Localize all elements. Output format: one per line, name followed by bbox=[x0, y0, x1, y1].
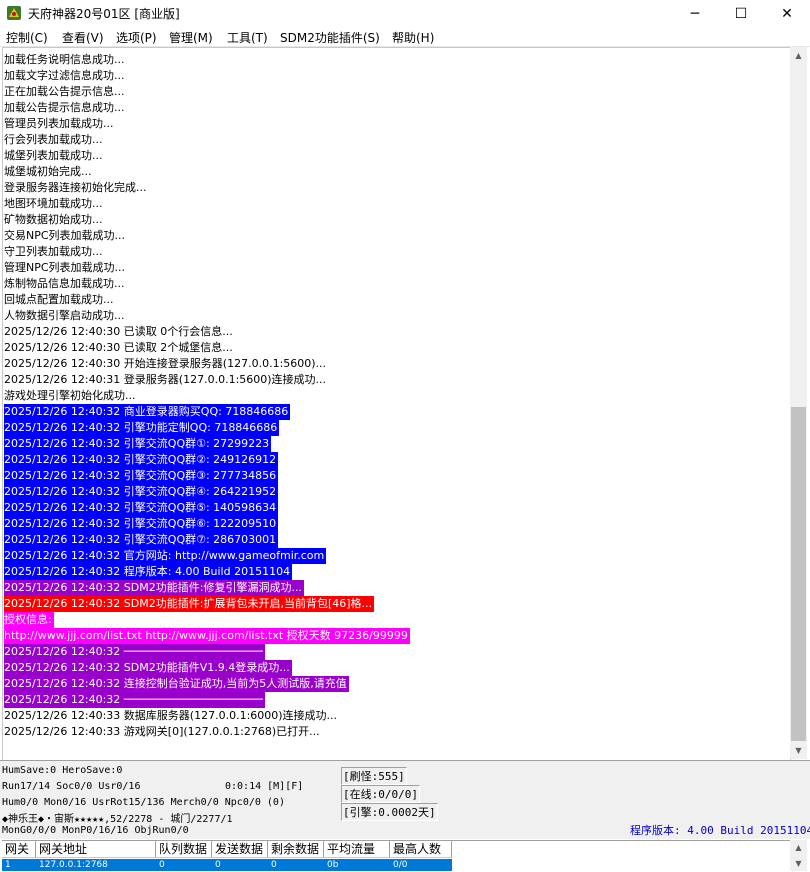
log-line: 2025/12/26 12:40:30 开始连接登录服务器(127.0.0.1:… bbox=[4, 357, 327, 370]
log-line: 2025/12/26 12:40:32 引擎交流QQ群③: 277734856 bbox=[4, 468, 279, 484]
monster-refresh-box: [刷怪:555] bbox=[341, 767, 407, 785]
app-icon bbox=[7, 6, 21, 20]
table-scroll-up-icon[interactable]: ▲ bbox=[790, 840, 807, 854]
log-line: 加载公告提示信息成功... bbox=[4, 101, 125, 114]
menu-tools[interactable]: 工具(T) bbox=[227, 29, 268, 46]
cell-gate-address: 127.0.0.1:2768 bbox=[39, 860, 108, 870]
window-title: 天府神器20号01区 [商业版] bbox=[28, 7, 180, 21]
log-line: 管理员列表加载成功... bbox=[4, 117, 114, 130]
menu-sdm2-plugin[interactable]: SDM2功能插件(S) bbox=[280, 29, 380, 46]
maximize-button[interactable]: ☐ bbox=[718, 0, 764, 27]
status-object-counts: Hum0/0 Mon0/16 UsrRot15/136 Merch0/0 Npc… bbox=[2, 797, 285, 808]
menu-control[interactable]: 控制(C) bbox=[6, 29, 48, 46]
scroll-thumb[interactable] bbox=[791, 407, 806, 741]
log-line: 2025/12/26 12:40:30 已读取 0个行会信息... bbox=[4, 325, 233, 338]
cell-gate: 1 bbox=[5, 860, 11, 870]
log-line: 2025/12/26 12:40:32 SDM2功能插件V1.9.4登录成功..… bbox=[4, 660, 292, 676]
col-gate-address[interactable]: 网关地址 bbox=[36, 841, 156, 858]
status-timer: 0:0:14 [M][F] bbox=[225, 781, 304, 792]
log-line: 2025/12/26 12:40:32 引擎交流QQ群②: 249126912 bbox=[4, 452, 279, 468]
log-line: 城堡城初始完成... bbox=[4, 165, 92, 178]
log-panel[interactable]: 加载任务说明信息成功... 加载文字过滤信息成功... 正在加载公告提示信息... 加… bbox=[2, 47, 791, 761]
table-scroll-down-icon[interactable]: ▼ bbox=[790, 856, 807, 870]
col-remaining-data[interactable]: 剩余数据 bbox=[268, 841, 324, 858]
scroll-down-icon[interactable]: ▼ bbox=[790, 742, 807, 759]
menu-manage[interactable]: 管理(M) bbox=[169, 29, 213, 46]
log-line: 2025/12/26 12:40:33 数据库服务器(127.0.0.1:600… bbox=[4, 709, 338, 722]
cell-max-users: 0/0 bbox=[393, 860, 408, 870]
col-gate[interactable]: 网关 bbox=[2, 841, 36, 858]
menu-help[interactable]: 帮助(H) bbox=[392, 29, 434, 46]
log-line: 2025/12/26 12:40:32 引擎交流QQ群⑥: 122209510 bbox=[4, 516, 279, 532]
log-line: 炼制物品信息加载成功... bbox=[4, 277, 125, 290]
log-line: 矿物数据初始成功... bbox=[4, 213, 103, 226]
col-max-users[interactable]: 最高人数 bbox=[390, 841, 452, 858]
engine-days-box: [引擎:0.0002天] bbox=[341, 803, 438, 821]
cell-sent-data: 0 bbox=[215, 860, 221, 870]
col-queue-data[interactable]: 队列数据 bbox=[156, 841, 212, 858]
cell-avg-traffic: 0b bbox=[327, 860, 339, 870]
log-line: 管理NPC列表加载成功... bbox=[4, 261, 126, 274]
log-line: 行会列表加载成功... bbox=[4, 133, 103, 146]
log-line: 游戏处理引擎初始化成功... bbox=[4, 389, 136, 402]
log-line: http://www.jjj.com/list.txt http://www.j… bbox=[4, 628, 410, 644]
log-line: 2025/12/26 12:40:32 引擎交流QQ群①: 27299223 bbox=[4, 436, 272, 452]
menu-bar: 控制(C) 查看(V) 选项(P) 管理(M) 工具(T) SDM2功能插件(S… bbox=[0, 27, 810, 47]
log-line: 2025/12/26 12:40:32 SDM2功能插件:修复引擎漏洞成功... bbox=[4, 580, 304, 596]
col-sent-data[interactable]: 发送数据 bbox=[212, 841, 268, 858]
status-save-counts: HumSave:0 HeroSave:0 bbox=[2, 765, 123, 776]
col-avg-traffic[interactable]: 平均流量 bbox=[324, 841, 390, 858]
log-line: 加载任务说明信息成功... bbox=[4, 53, 125, 66]
status-monster-counts: MonG0/0/0 MonP0/16/16 ObjRun0/0 bbox=[2, 825, 189, 836]
log-line: 加载文字过滤信息成功... bbox=[4, 69, 125, 82]
cell-queue-data: 0 bbox=[159, 860, 165, 870]
log-line: 2025/12/26 12:40:32 连接控制台验证成功,当前为5人测试版,请… bbox=[4, 676, 349, 692]
log-line: 授权信息: bbox=[4, 612, 54, 628]
log-line: 地图环境加载成功... bbox=[4, 197, 103, 210]
program-version: 程序版本: 4.00 Build 20151104 bbox=[630, 824, 810, 837]
status-panel: HumSave:0 HeroSave:0 Run17/14 Soc0/0 Usr… bbox=[0, 760, 810, 839]
log-line: 正在加载公告提示信息... bbox=[4, 85, 125, 98]
log-line: 2025/12/26 12:40:32 官方网站: http://www.gam… bbox=[4, 548, 327, 564]
log-line: 2025/12/26 12:40:32 ────────────────────… bbox=[4, 692, 265, 708]
log-line: 2025/12/26 12:40:32 引擎交流QQ群⑦: 286703001 bbox=[4, 532, 279, 548]
log-line: 回城点配置加载成功... bbox=[4, 293, 114, 306]
gateway-table[interactable]: 网关 网关地址 队列数据 发送数据 剩余数据 平均流量 最高人数 1 127.0… bbox=[2, 840, 790, 872]
log-line: 2025/12/26 12:40:33 游戏网关[0](127.0.0.1:27… bbox=[4, 725, 320, 738]
online-count-box: [在线:0/0/0] bbox=[341, 785, 420, 803]
title-bar: 天府神器20号01区 [商业版] ─ ☐ ✕ bbox=[0, 0, 810, 27]
log-line: 登录服务器连接初始化完成... bbox=[4, 181, 147, 194]
log-line: 2025/12/26 12:40:32 SDM2功能插件:扩展背包未开启,当前背… bbox=[4, 596, 375, 612]
log-line: 2025/12/26 12:40:32 引擎功能定制QQ: 718846686 bbox=[4, 420, 280, 436]
scroll-up-icon[interactable]: ▲ bbox=[790, 47, 807, 64]
log-line: 2025/12/26 12:40:32 程序版本: 4.00 Build 201… bbox=[4, 564, 293, 580]
log-line: 2025/12/26 12:40:32 引擎交流QQ群⑤: 140598634 bbox=[4, 500, 279, 516]
status-run-counts: Run17/14 Soc0/0 Usr0/16 bbox=[2, 781, 141, 792]
log-line: 2025/12/26 12:40:31 登录服务器(127.0.0.1:5600… bbox=[4, 373, 327, 386]
menu-view[interactable]: 查看(V) bbox=[62, 29, 104, 46]
menu-options[interactable]: 选项(P) bbox=[116, 29, 157, 46]
minimize-button[interactable]: ─ bbox=[672, 0, 718, 27]
log-line: 城堡列表加载成功... bbox=[4, 149, 103, 162]
log-line: 2025/12/26 12:40:30 已读取 2个城堡信息... bbox=[4, 341, 233, 354]
log-line: 守卫列表加载成功... bbox=[4, 245, 103, 258]
log-line: 人物数据引擎启动成功... bbox=[4, 309, 125, 322]
table-row[interactable]: 1 127.0.0.1:2768 0 0 0 0b 0/0 bbox=[2, 859, 452, 871]
log-line: 交易NPC列表加载成功... bbox=[4, 229, 126, 242]
close-button[interactable]: ✕ bbox=[764, 0, 810, 27]
log-line: 2025/12/26 12:40:32 商业登录器购买QQ: 718846686 bbox=[4, 404, 291, 420]
log-scrollbar[interactable]: ▲ ▼ bbox=[790, 47, 807, 759]
cell-remaining-data: 0 bbox=[271, 860, 277, 870]
log-line: 2025/12/26 12:40:32 ────────────────────… bbox=[4, 644, 265, 660]
log-line: 2025/12/26 12:40:32 引擎交流QQ群④: 264221952 bbox=[4, 484, 279, 500]
table-scrollbar[interactable]: ▲ ▼ bbox=[790, 840, 807, 871]
status-player-info: ◆神乐王◆・宙斯★★★★★,52/2278 - 城门/2277/1 bbox=[2, 814, 233, 825]
